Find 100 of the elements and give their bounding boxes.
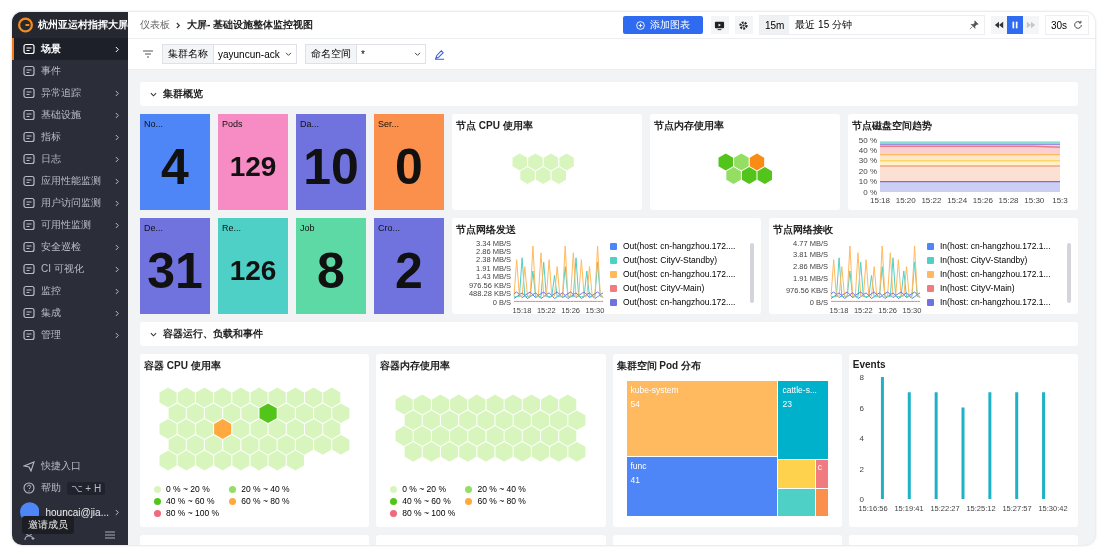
panel-title: 节点网络接收 bbox=[773, 223, 834, 237]
axis-label: 15:26 bbox=[972, 196, 993, 205]
stat-label: No... bbox=[144, 119, 164, 129]
legend-label[interactable]: Out(host: cn-hangzhou.172.... bbox=[623, 269, 736, 279]
section-header[interactable]: 容器运行、负载和事件 bbox=[140, 322, 1078, 346]
menu-item-icon bbox=[23, 109, 35, 121]
time-range-field[interactable]: 15m 最近 15 分钟 bbox=[758, 15, 985, 35]
sidebar-item[interactable]: 事件 bbox=[12, 60, 128, 82]
settings-icon bbox=[738, 19, 750, 31]
legend-label: 60 % ~ 80 % bbox=[241, 496, 290, 506]
scrollbar[interactable] bbox=[1067, 243, 1071, 303]
axis-label: 4 bbox=[859, 434, 864, 443]
sidebar-item[interactable]: 日志 bbox=[12, 148, 128, 170]
plus-circle-icon bbox=[635, 20, 645, 30]
menu-item-icon bbox=[23, 197, 35, 209]
edit-icon[interactable] bbox=[434, 48, 445, 60]
sidebar-item[interactable]: 管理 bbox=[12, 324, 128, 346]
legend-label[interactable]: Out(host: cn-hangzhou.172.... bbox=[623, 297, 736, 307]
stat-value: 2 bbox=[394, 242, 424, 301]
axis-label: 15:20 bbox=[895, 196, 916, 205]
axis-label: 0 % bbox=[863, 187, 877, 197]
legend-label[interactable]: In(host: cn-hangzhou.172.1... bbox=[940, 297, 1051, 307]
legend-label[interactable]: Out(host: CityV-Standby) bbox=[623, 255, 717, 265]
cell-label: func bbox=[630, 461, 647, 472]
menu-item-icon bbox=[23, 263, 35, 275]
legend-label: 80 % ~ 100 % bbox=[402, 508, 456, 518]
settings-button[interactable] bbox=[734, 16, 753, 34]
scrollbar[interactable] bbox=[750, 243, 754, 303]
axis-label: 15:24 bbox=[947, 196, 968, 205]
axis-label: 15:3 bbox=[1052, 196, 1068, 205]
refresh-interval-control[interactable]: 30s bbox=[1044, 15, 1089, 35]
panel-title: 节点磁盘空间趋势 bbox=[852, 119, 933, 133]
legend-label: 60 % ~ 80 % bbox=[477, 496, 526, 506]
menu-item-icon bbox=[23, 131, 35, 143]
help-link[interactable]: 帮助 bbox=[41, 481, 61, 495]
shortcut-key: ⌥ + H bbox=[67, 481, 106, 495]
menu-item-icon bbox=[23, 329, 35, 341]
app-title: 杭州亚运村指挥大屏 bbox=[38, 18, 128, 32]
rewind-button[interactable] bbox=[990, 16, 1007, 34]
page-title: 大屏- 基础设施整体监控视图 bbox=[187, 18, 314, 32]
chevron-icon bbox=[176, 21, 181, 29]
shortcut-link[interactable]: 快捷入口 bbox=[12, 455, 128, 477]
sidebar-item[interactable]: 集成 bbox=[12, 302, 128, 324]
cell-label: cattle-s... bbox=[782, 385, 817, 395]
legend-label: 0 % ~ 20 % bbox=[402, 484, 446, 494]
axis-label: 20 % bbox=[858, 166, 877, 176]
caret-icon bbox=[150, 330, 157, 338]
tooltip: 邀请成员 bbox=[22, 516, 74, 534]
help-icon[interactable] bbox=[23, 482, 35, 494]
sidebar-item[interactable]: 用户访问监测 bbox=[12, 192, 128, 214]
menu-item-icon bbox=[23, 241, 35, 253]
cell-value: 54 bbox=[630, 399, 640, 409]
axis-label: 8 bbox=[859, 373, 864, 382]
panel-title: 集群空间 Pod 分布 bbox=[616, 359, 702, 373]
cell-label: kube-system bbox=[630, 385, 679, 395]
stat-label: Re... bbox=[222, 223, 242, 233]
legend-label: 80 % ~ 100 % bbox=[166, 508, 220, 518]
breadcrumb-link[interactable]: 仪表板 bbox=[140, 18, 170, 32]
panel-title: 节点 CPU 使用率 bbox=[456, 119, 534, 133]
axis-label: 15:18 bbox=[870, 196, 890, 205]
panel-title: Events bbox=[852, 359, 887, 370]
sidebar-item[interactable]: 监控 bbox=[12, 280, 128, 302]
sidebar-item[interactable]: CI 可视化 bbox=[12, 258, 128, 280]
sidebar-item[interactable]: 安全巡检 bbox=[12, 236, 128, 258]
legend-label[interactable]: In(host: cn-hangzhou.172.1... bbox=[940, 269, 1051, 279]
sidebar-item[interactable]: 指标 bbox=[12, 126, 128, 148]
axis-label: 0 bbox=[859, 495, 864, 504]
legend-label[interactable]: In(host: cn-hangzhou.172.1... bbox=[940, 241, 1051, 251]
panel-title: 容器内存使用率 bbox=[380, 359, 452, 373]
panel-title: 节点内存使用率 bbox=[654, 119, 725, 133]
legend-label[interactable]: Out(host: cn-hangzhou.172.... bbox=[623, 241, 736, 251]
legend-label[interactable]: In(host: CityV-Standby) bbox=[940, 255, 1028, 265]
stat-value: 129 bbox=[228, 150, 278, 184]
pin-icon[interactable] bbox=[968, 20, 979, 30]
add-chart-button[interactable]: 添加图表 bbox=[622, 16, 703, 34]
menu-icon[interactable] bbox=[104, 529, 116, 541]
stat-label: Ser... bbox=[378, 119, 400, 129]
stat-label: De... bbox=[144, 223, 164, 233]
section-header[interactable]: 集群概览 bbox=[140, 82, 1078, 106]
refresh-icon[interactable] bbox=[1073, 20, 1083, 30]
menu-item-icon bbox=[23, 307, 35, 319]
menu-item-icon bbox=[23, 43, 35, 55]
axis-label: 15:28 bbox=[998, 196, 1019, 205]
axis-label: 30 % bbox=[858, 156, 877, 166]
axis-label: 15:22 bbox=[921, 196, 942, 205]
sidebar-item[interactable]: 基础设施 bbox=[12, 104, 128, 126]
logo-icon bbox=[18, 17, 33, 33]
stat-value: 0 bbox=[394, 138, 424, 197]
sidebar-item[interactable]: 应用性能监测 bbox=[12, 170, 128, 192]
sidebar-item[interactable]: 场景 bbox=[12, 38, 128, 60]
legend-label[interactable]: Out(host: CityV-Main) bbox=[623, 283, 705, 293]
screen-play-button[interactable] bbox=[710, 16, 729, 34]
sidebar-item[interactable]: 异常追踪 bbox=[12, 82, 128, 104]
chevron-icon bbox=[115, 508, 120, 516]
sidebar-item[interactable]: 可用性监测 bbox=[12, 214, 128, 236]
panel-title: 容器 CPU 使用率 bbox=[144, 359, 222, 373]
legend-label: 0 % ~ 20 % bbox=[166, 484, 210, 494]
caret-icon bbox=[150, 90, 157, 98]
legend-label[interactable]: In(host: CityV-Main) bbox=[940, 283, 1015, 293]
user-name[interactable]: houncai@jia... bbox=[45, 506, 109, 518]
